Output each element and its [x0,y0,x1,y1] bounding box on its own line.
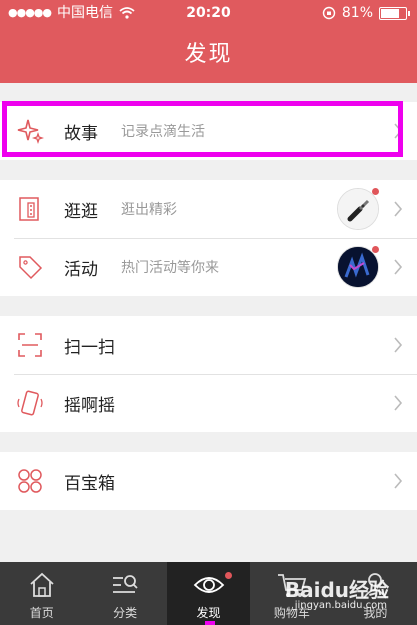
list-item-label: 逛逛 [64,201,98,222]
status-bar: ●●●●● 中国电信 20:20 81% [0,0,417,26]
tab-home[interactable]: 首页 [0,562,83,625]
list-item-activity[interactable]: 活动 热门活动等你来 [0,238,417,296]
list-item-browse[interactable]: 逛逛 逛出精彩 [0,180,417,238]
eye-icon [193,577,224,593]
chevron-right-icon [394,337,403,353]
list-item-subtitle: 热门活动等你来 [121,260,219,276]
chevron-right-icon [394,259,403,275]
list-item-scan[interactable]: 扫一扫 [0,316,417,374]
list-item-toolbox[interactable]: 百宝箱 [0,452,417,510]
highlight-frame [2,101,403,157]
event-image [338,247,378,287]
tab-discover[interactable]: 发现 [166,562,251,625]
category-search-icon [113,575,138,593]
tab-label: 首页 [29,606,54,620]
home-icon [30,572,54,597]
top-bar: ●●●●● 中国电信 20:20 81% 发现 [0,0,417,83]
section-discover: 逛逛 逛出精彩 活动 热门活动等你来 [0,180,417,296]
earphone-plug-image [338,189,378,229]
orientation-lock-icon [322,6,336,20]
section-toolbox: 百宝箱 [0,452,417,510]
four-circles-icon [18,469,42,493]
battery-icon [379,6,410,20]
baidu-watermark: Baidu经验 [284,578,389,602]
list-item-label: 扫一扫 [64,337,115,358]
new-badge [372,246,379,253]
shake-phone-icon [17,390,43,416]
store-icon [19,197,39,221]
chevron-right-icon [394,201,403,217]
list-item-label: 活动 [64,259,98,280]
baidu-watermark-url: jingyan.baidu.com [294,600,387,611]
chevron-right-icon [394,473,403,489]
tag-icon [19,256,43,280]
scan-icon [18,333,42,357]
chevron-right-icon [394,395,403,411]
battery-fill [381,8,399,18]
new-badge [372,188,379,195]
tab-label: 发现 [196,606,221,620]
page-title: 发现 [184,42,233,67]
list-item-label: 摇啊摇 [64,395,115,416]
section-tools: 扫一扫 摇啊摇 [0,316,417,432]
list-item-label: 百宝箱 [64,473,115,494]
list-item-subtitle: 逛出精彩 [121,202,177,218]
new-badge [224,572,232,579]
tab-indicator [204,621,215,625]
tab-category[interactable]: 分类 [83,562,166,625]
tab-label: 分类 [113,606,138,620]
battery-percent: 81% [341,5,373,21]
list-item-shake[interactable]: 摇啊摇 [0,374,417,432]
